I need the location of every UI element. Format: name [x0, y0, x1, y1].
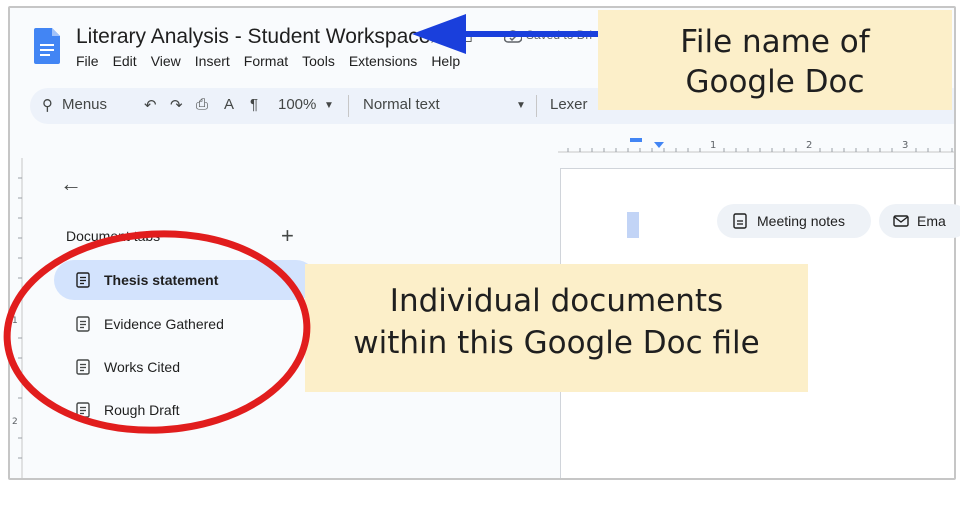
tab-label: Thesis statement	[104, 272, 219, 288]
document-tab-icon	[76, 359, 90, 375]
first-line-indent-marker[interactable]	[654, 142, 664, 148]
paragraph-style-select[interactable]: Normal text	[363, 96, 440, 113]
menu-extensions[interactable]: Extensions	[349, 53, 417, 69]
email-icon	[893, 215, 909, 227]
back-arrow-icon[interactable]: ←	[60, 171, 82, 197]
callout-line: Google Doc	[685, 64, 865, 100]
tab-works-cited[interactable]: Works Cited	[54, 347, 316, 387]
document-icon	[733, 213, 747, 229]
font-select[interactable]: Lexer	[550, 96, 588, 113]
save-status: Saved to Dri	[526, 28, 593, 42]
menu-edit[interactable]: Edit	[113, 53, 137, 69]
print-icon[interactable]: ⎙	[196, 96, 208, 113]
left-indent-marker[interactable]	[630, 138, 642, 142]
file-name-callout: File name of Google Doc	[598, 10, 952, 110]
ruler-label: 3	[902, 140, 908, 151]
star-icon[interactable]: ☆	[428, 28, 442, 48]
document-title[interactable]: Literary Analysis - Student Workspace	[76, 25, 430, 49]
tabs-callout: Individual documents within this Google …	[305, 264, 808, 392]
tab-label: Rough Draft	[104, 402, 180, 418]
text-cursor-highlight	[627, 212, 639, 238]
menu-help[interactable]: Help	[431, 53, 460, 69]
menu-file[interactable]: File	[76, 53, 99, 69]
spellcheck-icon[interactable]: A	[224, 96, 234, 113]
cloud-saved-icon[interactable]	[504, 30, 522, 44]
tab-evidence-gathered[interactable]: Evidence Gathered	[54, 304, 316, 344]
vertical-ruler-label: 1	[12, 316, 18, 326]
tab-label: Evidence Gathered	[104, 316, 224, 332]
menu-tools[interactable]: Tools	[302, 53, 335, 69]
meeting-notes-chip[interactable]: Meeting notes	[717, 204, 871, 238]
document-tab-icon	[76, 316, 90, 332]
callout-line: File name of	[680, 24, 870, 60]
menu-format[interactable]: Format	[244, 53, 288, 69]
search-menus[interactable]: Menus	[62, 96, 107, 113]
tab-label: Works Cited	[104, 359, 180, 375]
add-tab-button[interactable]: +	[281, 223, 294, 249]
ruler-label: 2	[806, 140, 812, 151]
vertical-ruler[interactable]: 1 2	[10, 158, 24, 480]
menu-insert[interactable]: Insert	[195, 53, 230, 69]
paint-format-icon[interactable]: ¶	[250, 96, 258, 113]
zoom-select[interactable]: 100%	[278, 96, 316, 113]
zoom-chevron-down-icon[interactable]: ▼	[324, 100, 334, 111]
email-draft-chip[interactable]: Ema	[879, 204, 960, 238]
toolbar-divider	[536, 95, 537, 117]
style-chevron-down-icon[interactable]: ▼	[516, 100, 526, 111]
menu-bar: File Edit View Insert Format Tools Exten…	[76, 53, 460, 69]
undo-icon[interactable]: ↶	[144, 96, 157, 114]
document-tabs-heading: Document tabs	[66, 228, 161, 244]
toolbar-divider	[348, 95, 349, 117]
callout-line: within this Google Doc file	[353, 325, 760, 361]
chip-label: Meeting notes	[757, 213, 845, 229]
vertical-ruler-label: 2	[12, 417, 18, 427]
document-tab-icon	[76, 402, 90, 418]
redo-icon[interactable]: ↷	[170, 96, 183, 114]
horizontal-ruler[interactable]: 1 2 3	[558, 136, 956, 158]
search-icon[interactable]: ⚲	[42, 96, 53, 114]
menu-view[interactable]: View	[151, 53, 181, 69]
ruler-label: 1	[710, 140, 716, 151]
document-tab-icon	[76, 272, 90, 288]
move-to-folder-icon[interactable]: ▭	[458, 28, 473, 48]
callout-line: Individual documents	[389, 283, 724, 319]
tab-thesis-statement[interactable]: Thesis statement	[54, 260, 316, 300]
tab-rough-draft[interactable]: Rough Draft	[54, 390, 316, 430]
google-docs-icon[interactable]	[34, 28, 60, 64]
chip-label: Ema	[917, 213, 946, 229]
